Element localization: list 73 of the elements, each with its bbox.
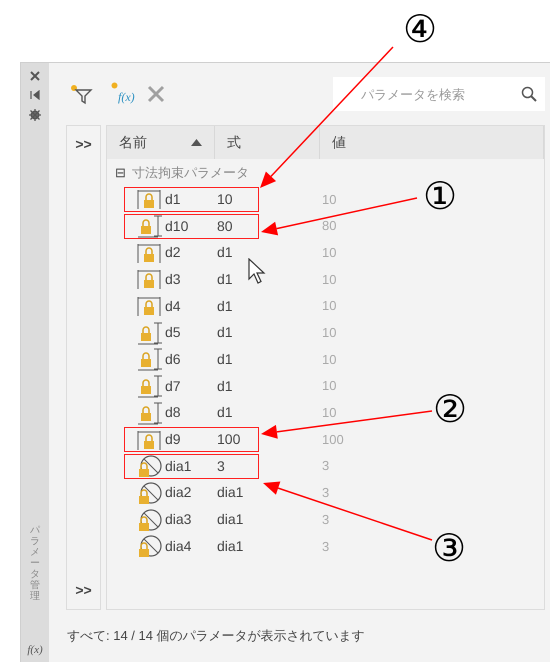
column-header[interactable]: 式 [215,126,320,159]
status-text: すべて: 14 / 14 個のパラメータが表示されています [67,627,365,646]
mouse-cursor-icon [248,258,266,284]
settings-icon[interactable] [29,109,41,121]
parameter-name[interactable]: d9 [165,429,217,450]
diameter-lock-icon [136,534,164,558]
parameter-name[interactable]: dia2 [165,482,217,504]
parameter-expression[interactable]: d1 [217,348,233,370]
parameter-name[interactable]: d6 [165,348,217,370]
sort-ascending-icon [191,139,202,146]
filter-icon[interactable] [69,83,93,105]
search-icon[interactable] [521,86,537,102]
parameter-name[interactable]: d2 [165,242,217,264]
parameter-value: 10 [322,297,336,316]
parameter-expression[interactable]: dia1 [217,482,244,504]
collapse-toggle[interactable]: ⊟ [115,162,126,182]
parameter-value: 10 [322,270,336,289]
parameter-value: 10 [322,404,336,422]
parameter-value: 100 [322,430,344,449]
vertical-dimension-lock-icon [136,320,164,345]
parameter-expression[interactable]: 3 [217,456,225,477]
expand-button[interactable]: >> [75,580,92,601]
parameter-expression[interactable]: d1 [217,242,233,264]
diameter-lock-icon [136,454,164,478]
parameter-name[interactable]: d4 [165,296,217,317]
column-header[interactable]: 値 [320,126,544,159]
vertical-dimension-lock-icon [136,214,164,238]
parameter-value: 3 [322,484,330,502]
parameter-name[interactable]: d3 [165,268,217,290]
parameter-value: 10 [322,350,336,369]
expand-button[interactable]: >> [75,134,92,155]
parameter-value: 10 [322,244,336,262]
pin-icon[interactable] [30,90,40,100]
parameter-name[interactable]: d8 [165,402,217,424]
diameter-lock-icon [136,480,164,505]
search-field[interactable]: パラメータを検索 [333,77,545,111]
parameter-expression[interactable]: d1 [217,322,233,344]
parameter-name[interactable]: d5 [165,322,217,344]
parameter-value: 10 [322,324,336,342]
parameter-expression[interactable]: dia1 [217,536,244,557]
parameter-expression[interactable]: d1 [217,376,233,397]
parameter-expression[interactable]: d1 [217,268,233,290]
callout-number: ② [433,390,468,428]
vertical-dimension-lock-icon [136,400,164,425]
callout-number: ④ [403,10,438,48]
group-label: 寸法拘束パラメータ [132,164,249,182]
parameter-value: 10 [322,377,336,396]
parameter-value: 3 [322,457,330,476]
vertical-panel-title: パラメータ管理 [30,524,40,602]
callout-number: ③ [432,529,466,567]
parameter-name[interactable]: dia1 [165,456,217,477]
vertical-dimension-lock-icon [136,374,164,398]
callout-number: ① [423,177,458,215]
parameter-name[interactable]: d7 [165,376,217,397]
parameter-value: 10 [322,190,336,209]
close-icon[interactable] [30,71,40,81]
parameter-name[interactable]: d1 [165,188,217,210]
parameter-expression[interactable]: d1 [217,296,233,317]
column-header[interactable]: 名前 [107,126,215,159]
parameter-name[interactable]: dia4 [165,536,217,557]
parameter-expression[interactable]: d1 [217,402,233,424]
parameter-value: 3 [322,538,330,556]
vertical-dimension-lock-icon [136,347,164,372]
parameter-expression[interactable]: 80 [217,216,233,237]
parameter-expression[interactable]: 10 [217,188,233,210]
parameter-name[interactable]: d10 [165,216,217,237]
diameter-lock-icon [136,508,164,532]
function-icon: f(x) [27,642,43,658]
parameter-name[interactable]: dia3 [165,509,217,530]
parameter-expression[interactable]: 100 [217,429,240,450]
parameter-value: 80 [322,217,336,236]
parameter-expression[interactable]: dia1 [217,509,244,530]
parameter-value: 3 [322,510,330,529]
